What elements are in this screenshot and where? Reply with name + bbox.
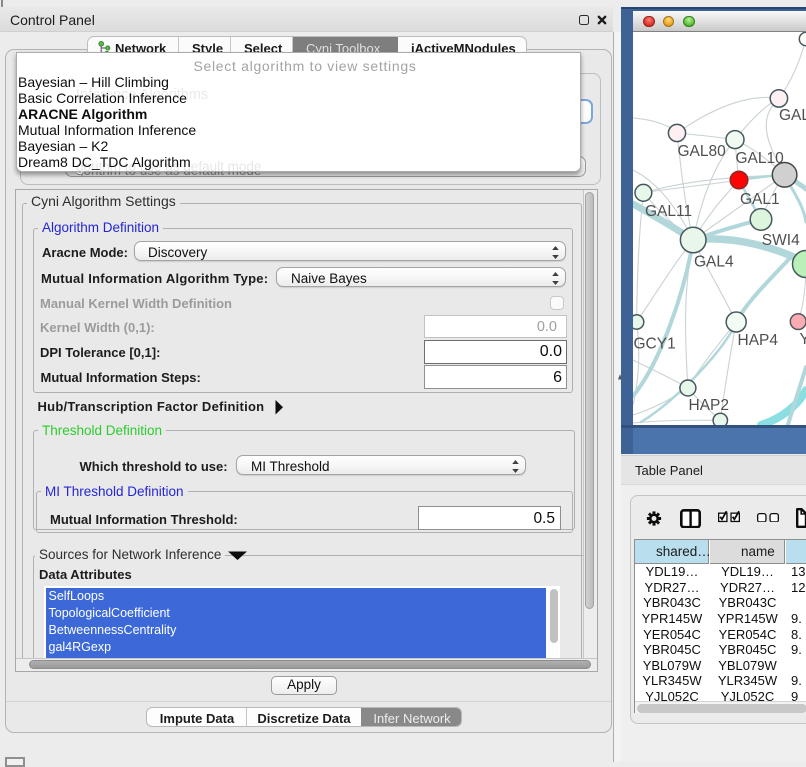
svg-text:GAL10: GAL10 — [736, 150, 785, 167]
svg-text:GAL4: GAL4 — [694, 254, 734, 271]
svg-text:GCY1: GCY1 — [634, 336, 676, 353]
svg-text:GAL80: GAL80 — [678, 143, 727, 160]
svg-text:GAL1: GAL1 — [740, 191, 780, 208]
svg-text:Y: Y — [800, 331, 806, 348]
svg-text:GAL11: GAL11 — [645, 203, 692, 220]
svg-text:HAP2: HAP2 — [689, 397, 730, 414]
svg-text:GAL: GAL — [779, 107, 806, 124]
svg-text:SWI4: SWI4 — [762, 232, 800, 249]
svg-text:HAP4: HAP4 — [738, 332, 779, 349]
